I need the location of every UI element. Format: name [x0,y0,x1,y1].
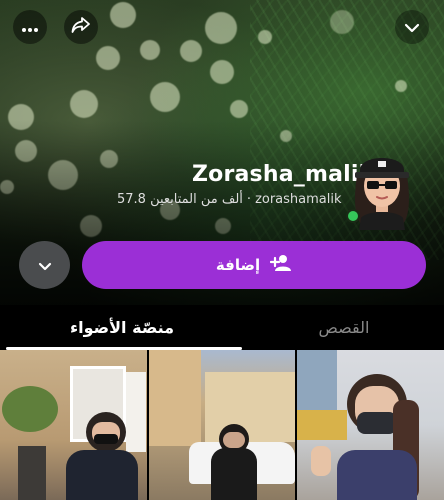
bokeh-light [258,30,272,44]
add-friend-icon [269,254,292,276]
bokeh-light [230,100,248,118]
building-wall [149,350,201,446]
spotlight-thumbnail[interactable] [0,350,147,500]
person-body [337,450,417,500]
bokeh-light [210,60,234,84]
profile-username: zorashamalik [255,192,342,207]
wall-panel [126,372,146,452]
profile-menu-button[interactable] [19,241,70,289]
profile-tabs: منصّة الأضواء القصص [0,305,444,350]
plant [2,386,58,432]
yellow-sign [297,410,347,440]
follower-count: 57.8 ألف من المتابعين [117,192,243,207]
thumbs-up-hand [311,446,331,476]
add-friend-button[interactable]: إضافة [82,241,426,289]
tab-spotlight[interactable]: منصّة الأضواء [0,305,244,350]
spotlight-thumbnail[interactable] [297,350,444,500]
planter [18,446,46,500]
face-mask [357,412,397,434]
collapse-button[interactable] [395,10,429,44]
tab-stories[interactable]: القصص [244,305,444,350]
bokeh-light [395,80,407,92]
person-body [66,450,138,500]
bokeh-light [205,12,237,44]
spotlight-thumbnail[interactable] [149,350,295,500]
online-status-indicator [346,209,360,223]
person-face [223,432,245,448]
bokeh-light [110,2,136,28]
chevron-down-icon [38,256,52,275]
more-horizontal-icon [21,18,39,37]
bokeh-light [330,10,354,34]
share-arrow-icon [71,16,91,38]
add-friend-label: إضافة [215,256,261,274]
share-profile-button[interactable] [64,10,98,44]
profile-subinfo: 57.8 ألف من المتابعين · zorashamalik [117,192,342,207]
bokeh-light [96,46,120,70]
more-options-button[interactable] [13,10,47,44]
info-separator: · [246,192,252,207]
bokeh-light [70,90,98,118]
face-mask [94,434,118,444]
building [205,372,295,442]
profile-screen: Zorasha_malik 57.8 ألف من المتابعين · zora… [0,0,444,500]
chevron-down-icon [404,18,420,37]
bokeh-light [150,82,180,112]
person-body [211,448,257,500]
bokeh-light [140,40,160,60]
bokeh-light [180,40,202,62]
